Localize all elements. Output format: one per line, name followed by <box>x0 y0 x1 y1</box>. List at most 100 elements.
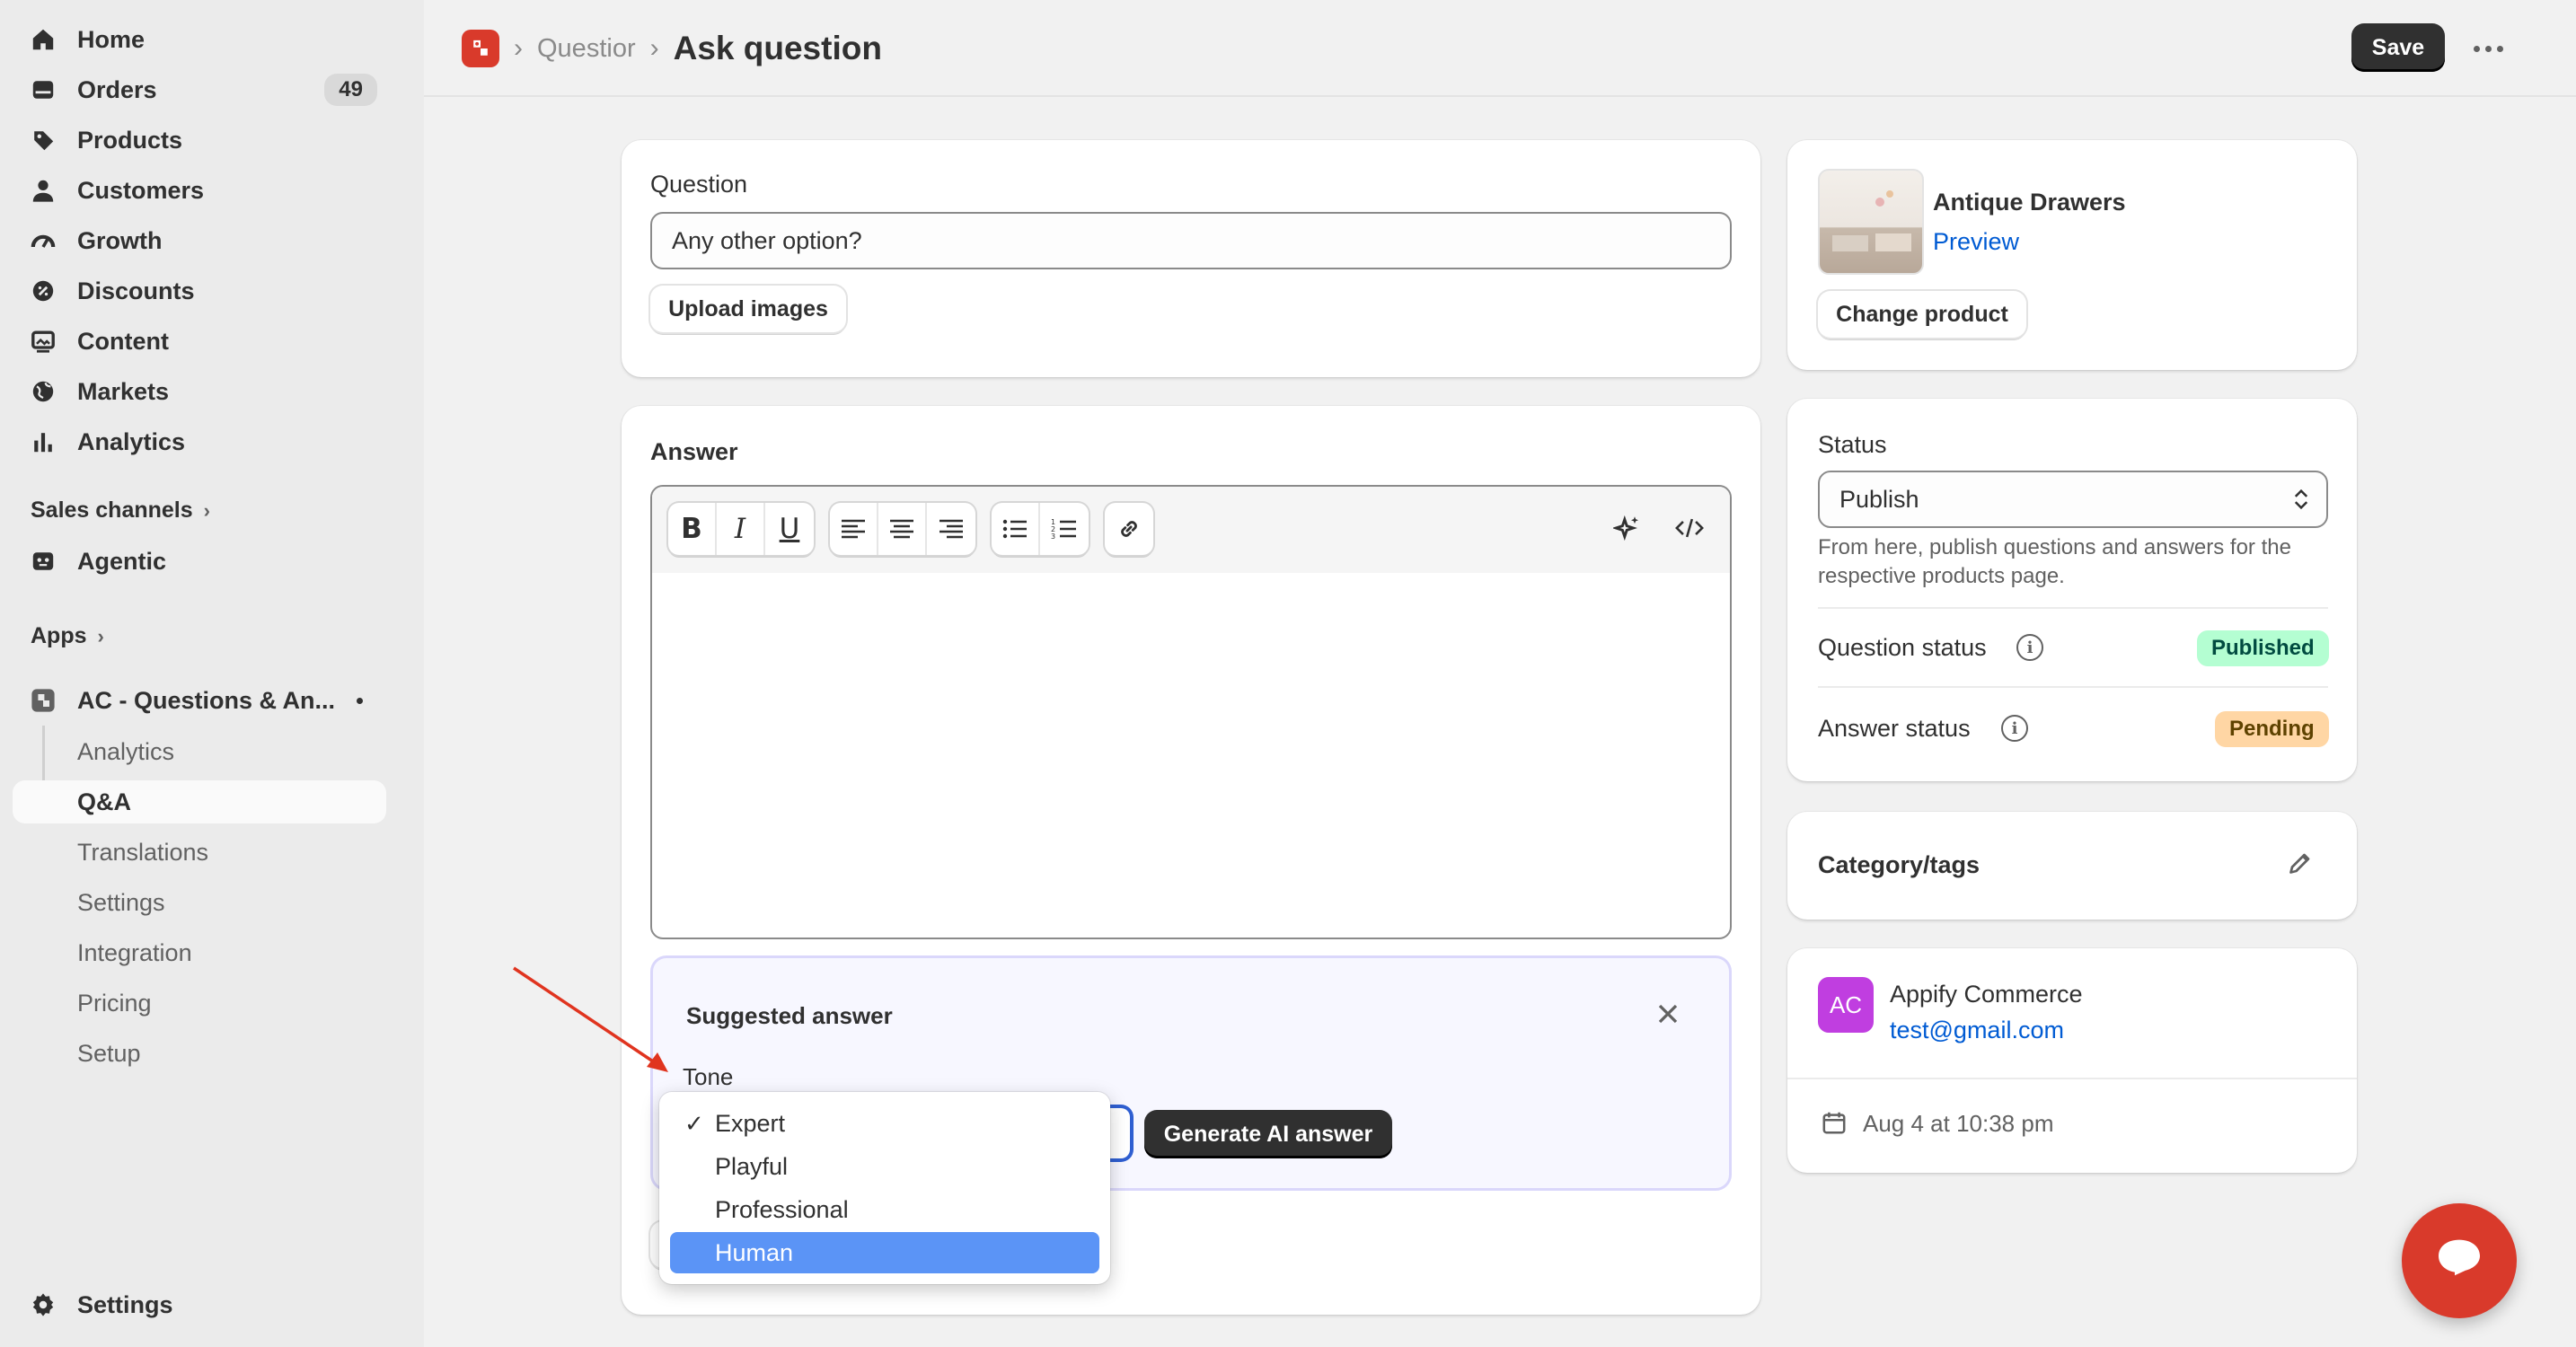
category-title: Category/tags <box>1818 851 1981 878</box>
customer-date: Aug 4 at 10:38 pm <box>1863 1110 2054 1137</box>
sidebar-item-products[interactable]: Products <box>13 119 386 162</box>
sidebar-item-content[interactable]: Content <box>13 320 386 363</box>
sidebar-subitem-analytics[interactable]: Analytics <box>13 730 386 773</box>
page-title: Ask question <box>673 30 882 66</box>
editor-toolbar: B I U 123 <box>652 487 1730 573</box>
sidebar-subitem-setup[interactable]: Setup <box>13 1032 386 1075</box>
more-actions-icon[interactable] <box>2463 31 2513 66</box>
question-input-value: Any other option? <box>672 226 862 254</box>
sparkle-icon[interactable] <box>1611 514 1642 547</box>
bar-chart-icon <box>29 427 57 456</box>
chat-button[interactable] <box>2402 1203 2517 1318</box>
align-left-icon[interactable] <box>830 503 878 555</box>
numbered-list-icon[interactable]: 123 <box>1040 503 1089 555</box>
bullet-list-icon[interactable] <box>992 503 1040 555</box>
gear-icon <box>29 1290 57 1319</box>
tag-icon <box>29 126 57 154</box>
customer-name: Appify Commerce <box>1890 981 2083 1008</box>
button-label: Generate AI answer <box>1163 1121 1373 1147</box>
option-label: Expert <box>715 1109 786 1137</box>
sidebar-item-label: Orders <box>77 75 157 103</box>
chevron-right-icon: › <box>97 624 104 647</box>
app-icon <box>29 686 57 715</box>
status-select-value: Publish <box>1839 485 1919 513</box>
tone-label: Tone <box>683 1063 734 1090</box>
sidebar: Home Orders 49 Products Customers Growth… <box>0 0 424 1347</box>
underline-icon[interactable]: U <box>765 503 814 555</box>
sidebar-item-label: Q&A <box>77 788 131 815</box>
link-group <box>1105 503 1153 555</box>
svg-text:3: 3 <box>1051 533 1055 541</box>
chevron-right-icon: › <box>203 498 210 522</box>
sidebar-subitem-integration[interactable]: Integration <box>13 931 386 974</box>
sidebar-item-agentic[interactable]: Agentic <box>13 540 386 583</box>
sidebar-subitem-translations[interactable]: Translations <box>13 831 386 874</box>
question-input[interactable]: Any other option? <box>650 212 1732 269</box>
tone-option-playful[interactable]: Playful <box>670 1146 1099 1187</box>
format-group: B I U <box>668 503 814 555</box>
italic-icon[interactable]: I <box>717 503 765 555</box>
sidebar-subitem-pricing[interactable]: Pricing <box>13 982 386 1025</box>
align-right-icon[interactable] <box>927 503 975 555</box>
upload-images-button[interactable]: Upload images <box>650 286 846 332</box>
button-label: Upload images <box>668 295 828 321</box>
sidebar-item-growth[interactable]: Growth <box>13 219 386 262</box>
sales-channels-section[interactable]: Sales channels › <box>31 497 210 524</box>
save-button[interactable]: Save <box>2351 23 2445 72</box>
info-icon[interactable]: i <box>2016 634 2043 661</box>
sidebar-item-label: Settings <box>77 888 165 916</box>
answer-status-label: Answer status <box>1818 715 1971 742</box>
sidebar-item-label: Agentic <box>77 547 167 575</box>
close-icon[interactable] <box>1654 1000 1681 1032</box>
apps-section[interactable]: Apps › <box>31 623 104 649</box>
info-icon[interactable]: i <box>2001 715 2028 742</box>
breadcrumb: › Questior › Ask question <box>462 27 882 70</box>
status-select[interactable]: Publish <box>1818 471 2328 528</box>
code-icon[interactable] <box>1674 514 1705 547</box>
tone-option-professional[interactable]: Professional <box>670 1189 1099 1230</box>
link-icon[interactable] <box>1105 503 1153 555</box>
sidebar-item-label: Analytics <box>77 737 175 765</box>
home-icon <box>29 25 57 54</box>
sidebar-item-discounts[interactable]: Discounts <box>13 269 386 313</box>
change-product-button[interactable]: Change product <box>1818 291 2026 338</box>
align-center-icon[interactable] <box>878 503 927 555</box>
product-thumbnail <box>1818 169 1924 275</box>
sidebar-item-label: Discounts <box>77 277 195 304</box>
pencil-icon[interactable] <box>2287 850 2314 881</box>
tone-option-human[interactable]: Human <box>670 1232 1099 1273</box>
gauge-icon <box>29 226 57 255</box>
sidebar-subitem-qa[interactable]: Q&A <box>13 780 386 823</box>
sidebar-item-label: Products <box>77 126 183 154</box>
sidebar-item-home[interactable]: Home <box>13 18 386 61</box>
sidebar-item-label: Analytics <box>77 427 186 455</box>
chevron-right-icon: › <box>514 33 523 63</box>
sidebar-item-customers[interactable]: Customers <box>13 169 386 212</box>
tone-dropdown-menu: ✓ Expert Playful Professional Human <box>659 1092 1110 1284</box>
chevron-right-icon: › <box>649 33 659 63</box>
breadcrumb-parent[interactable]: Questior <box>537 34 636 64</box>
tone-option-expert[interactable]: ✓ Expert <box>670 1103 1099 1144</box>
discount-icon <box>29 277 57 305</box>
answer-editor[interactable]: B I U 123 <box>650 485 1732 939</box>
question-status-label: Question status <box>1818 634 1987 661</box>
product-preview-link[interactable]: Preview <box>1933 228 2019 256</box>
app-logo-icon[interactable] <box>462 30 499 67</box>
agentic-icon <box>29 547 57 576</box>
align-group <box>830 503 975 555</box>
sidebar-item-analytics[interactable]: Analytics <box>13 420 386 463</box>
divider <box>1818 607 2328 609</box>
list-group: 123 <box>992 503 1089 555</box>
orders-count-badge: 49 <box>324 74 377 106</box>
pin-dot-icon <box>357 697 363 704</box>
generate-ai-answer-button[interactable]: Generate AI answer <box>1144 1110 1392 1158</box>
sidebar-item-markets[interactable]: Markets <box>13 370 386 413</box>
sidebar-item-settings[interactable]: Settings <box>13 1283 386 1326</box>
customer-email-link[interactable]: test@gmail.com <box>1890 1017 2064 1044</box>
sidebar-item-app[interactable]: AC - Questions & An... <box>13 679 386 722</box>
sidebar-subitem-settings[interactable]: Settings <box>13 881 386 924</box>
sidebar-item-orders[interactable]: Orders 49 <box>13 68 386 111</box>
avatar-initials: AC <box>1829 990 1863 1018</box>
bold-icon[interactable]: B <box>668 503 717 555</box>
sidebar-item-label: Integration <box>77 938 192 966</box>
